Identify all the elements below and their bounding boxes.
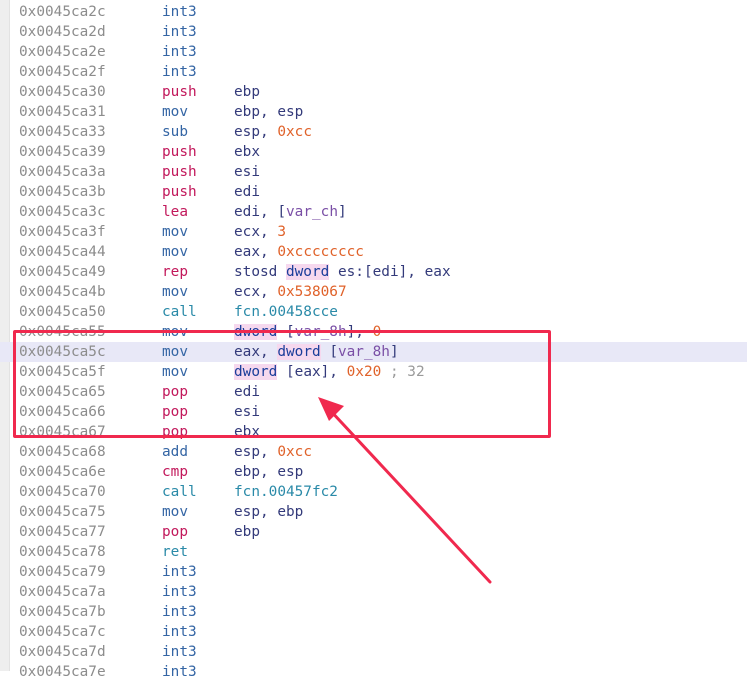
annotation-arrow: [318, 397, 492, 584]
